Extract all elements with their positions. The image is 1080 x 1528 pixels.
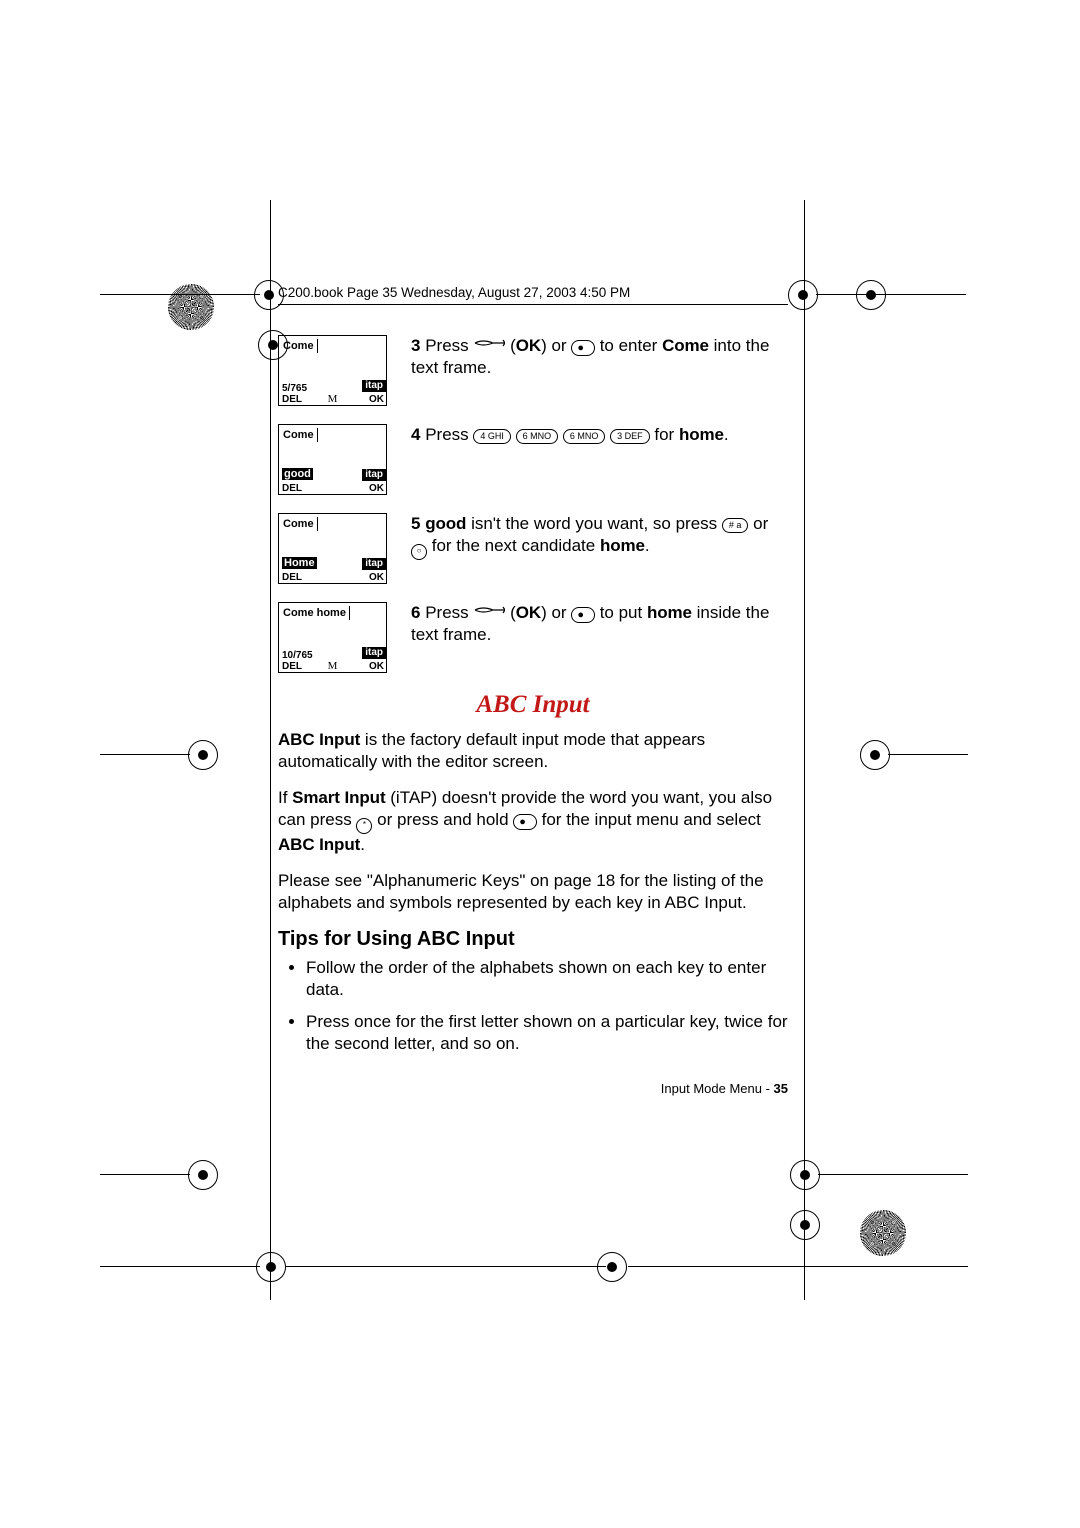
- book-header: C200.book Page 35 Wednesday, August 27, …: [278, 285, 788, 305]
- phone-text: Come: [283, 339, 318, 353]
- phone-softkey-ok: OK: [369, 394, 384, 405]
- phone-candidate: good: [282, 468, 313, 480]
- phone-softkey-ok: OK: [369, 483, 384, 494]
- print-line: [818, 1174, 968, 1175]
- step-instruction: 3 Press (OK) or ● to enter Come into the…: [411, 335, 788, 406]
- print-line: [100, 754, 190, 755]
- phone-softkey-ok: OK: [369, 661, 384, 672]
- subsection-title: Tips for Using ABC Input: [278, 928, 788, 951]
- page-footer: Input Mode Menu - 35: [278, 1081, 788, 1096]
- phone-screen: Come home 10/765 itap DEL M OK: [278, 602, 387, 673]
- itap-badge: itap: [362, 469, 386, 481]
- print-target-icon: [188, 1160, 218, 1190]
- print-line: [286, 1266, 606, 1267]
- print-target-icon: [597, 1252, 627, 1282]
- print-line: [888, 754, 968, 755]
- page-content: C200.book Page 35 Wednesday, August 27, …: [278, 285, 788, 1096]
- nav-ring-icon: ○: [411, 544, 427, 560]
- step-row: Come good itap DEL OK 4 Press 4 GHI 6 MN…: [278, 424, 788, 495]
- list-item: Follow the order of the alphabets shown …: [306, 957, 788, 1001]
- step-instruction: 5 good isn't the word you want, so press…: [411, 513, 788, 584]
- tips-list: Follow the order of the alphabets shown …: [278, 957, 788, 1055]
- paragraph: If Smart Input (iTAP) doesn't provide th…: [278, 787, 788, 856]
- print-target-icon: [790, 1160, 820, 1190]
- print-line: [804, 200, 805, 1300]
- paragraph: ABC Input is the factory default input m…: [278, 729, 788, 773]
- print-line: [100, 294, 260, 295]
- phone-softkey-del: DEL: [282, 661, 302, 672]
- phone-text: Come: [283, 517, 318, 531]
- print-line: [816, 294, 966, 295]
- phone-counter: 5/765: [282, 383, 307, 394]
- phone-mode: M: [328, 393, 338, 405]
- star-key-icon: *: [356, 818, 372, 834]
- phone-counter: 10/765: [282, 650, 313, 661]
- ok-key-icon: ●: [571, 607, 595, 623]
- step-row: Come home 10/765 itap DEL M OK 6 Press (…: [278, 602, 788, 673]
- key-6mno-icon: 6 MNO: [563, 429, 606, 444]
- right-softkey-icon: [473, 339, 505, 352]
- print-line: [628, 1266, 968, 1267]
- phone-softkey-del: DEL: [282, 394, 302, 405]
- print-line: [100, 1266, 260, 1267]
- print-radial-icon: [168, 284, 214, 330]
- ok-key-icon: ●: [571, 340, 595, 356]
- print-line: [270, 200, 271, 1300]
- right-softkey-icon: [473, 606, 505, 619]
- step-row: Come Home itap DEL OK 5 good isn't the w…: [278, 513, 788, 584]
- paragraph: Please see "Alphanumeric Keys" on page 1…: [278, 870, 788, 914]
- phone-softkey-ok: OK: [369, 572, 384, 583]
- step-row: Come 5/765 itap DEL M OK 3 Press (OK) or…: [278, 335, 788, 406]
- key-6mno-icon: 6 MNO: [516, 429, 559, 444]
- phone-screen: Come Home itap DEL OK: [278, 513, 387, 584]
- ok-key-icon: ●: [513, 814, 537, 830]
- phone-screen: Come 5/765 itap DEL M OK: [278, 335, 387, 406]
- print-target-icon: [188, 740, 218, 770]
- print-line: [100, 1174, 190, 1175]
- print-radial-icon: [860, 1210, 906, 1256]
- phone-mode: M: [328, 660, 338, 672]
- step-instruction: 4 Press 4 GHI 6 MNO 6 MNO 3 DEF for home…: [411, 424, 729, 495]
- itap-badge: itap: [362, 558, 386, 570]
- phone-screen: Come good itap DEL OK: [278, 424, 387, 495]
- key-hash-icon: # a: [722, 518, 749, 533]
- print-target-icon: [856, 280, 886, 310]
- key-3def-icon: 3 DEF: [610, 429, 650, 444]
- itap-badge: itap: [362, 380, 386, 392]
- key-4ghi-icon: 4 GHI: [473, 429, 511, 444]
- section-title: ABC Input: [278, 691, 788, 719]
- step-instruction: 6 Press (OK) or ● to put home inside the…: [411, 602, 788, 673]
- phone-text: Come: [283, 428, 318, 442]
- itap-badge: itap: [362, 647, 386, 659]
- print-target-icon: [788, 280, 818, 310]
- list-item: Press once for the first letter shown on…: [306, 1011, 788, 1055]
- print-target-icon: [790, 1210, 820, 1240]
- print-target-icon: [256, 1252, 286, 1282]
- phone-candidate: Home: [282, 557, 317, 569]
- phone-softkey-del: DEL: [282, 572, 302, 583]
- print-target-icon: [860, 740, 890, 770]
- phone-text: Come home: [283, 606, 350, 620]
- phone-softkey-del: DEL: [282, 483, 302, 494]
